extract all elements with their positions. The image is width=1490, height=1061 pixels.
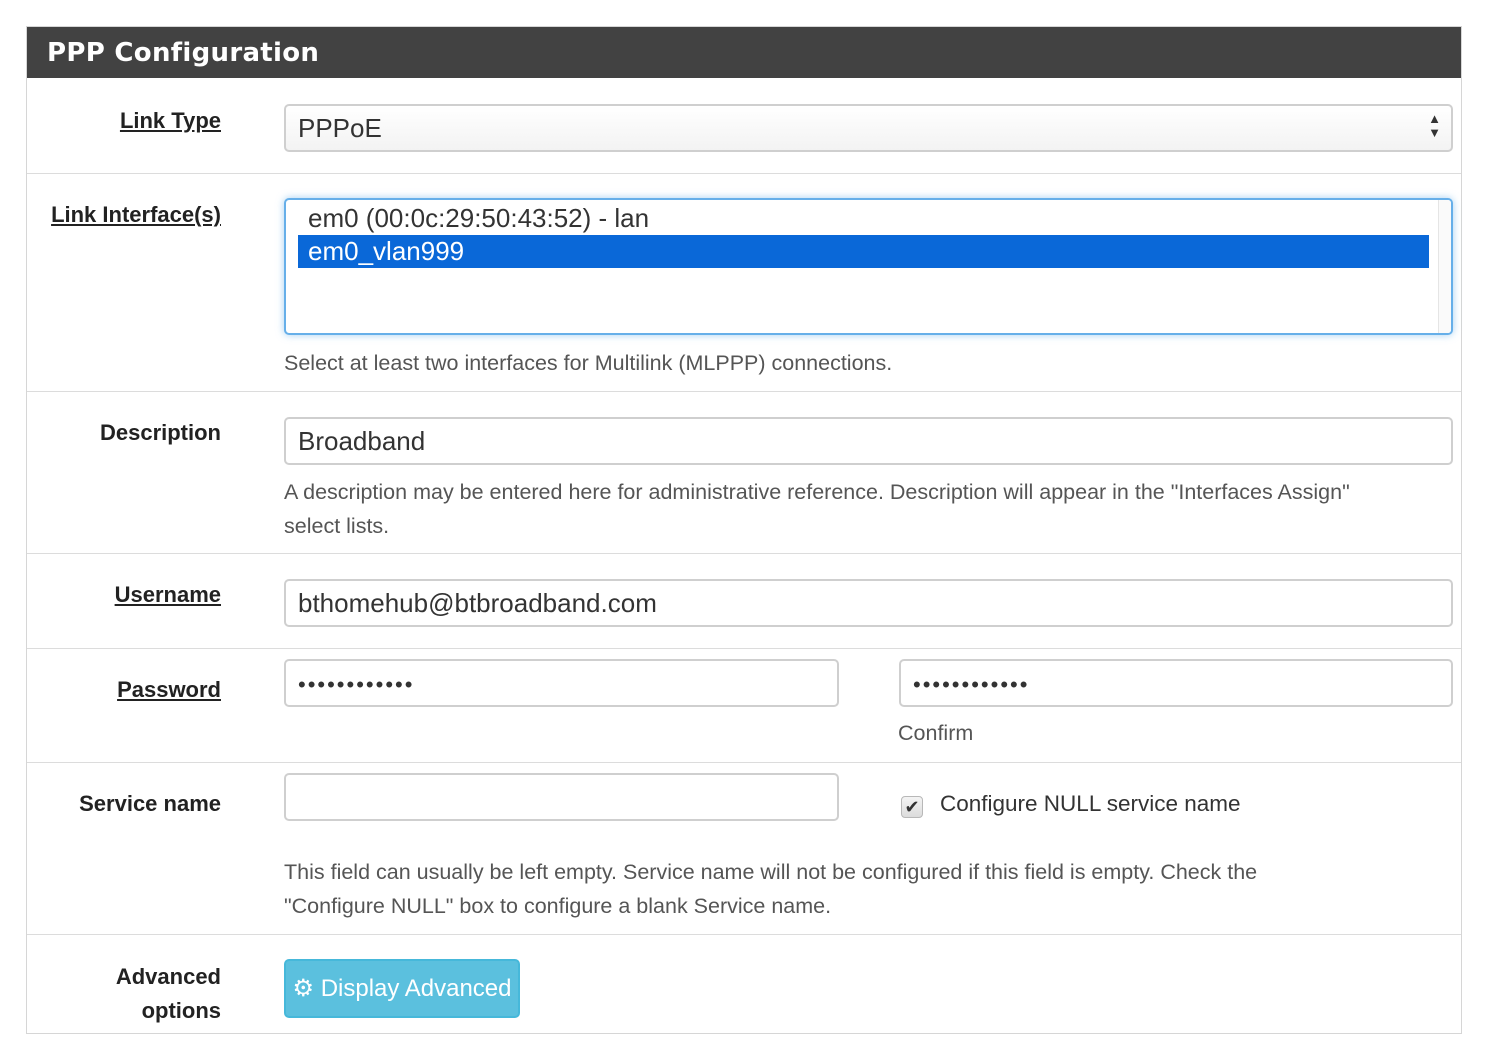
- panel-heading: PPP Configuration: [27, 27, 1461, 78]
- link-type-row: Link Type PPPoE ▲ ▼: [27, 78, 1461, 173]
- service-name-help-line1: This field can usually be left empty. Se…: [284, 860, 1258, 884]
- username-label[interactable]: Username: [0, 578, 221, 612]
- password-value: ••••••••••••: [298, 672, 415, 697]
- link-type-value: PPPoE: [298, 113, 382, 143]
- interface-option-em0-vlan999[interactable]: em0_vlan999: [298, 235, 1429, 268]
- description-help-line1: A description may be entered here for ad…: [284, 480, 1350, 504]
- link-type-select[interactable]: PPPoE ▲ ▼: [284, 104, 1453, 152]
- interface-option-em0[interactable]: em0 (00:0c:29:50:43:52) - lan: [298, 202, 1429, 235]
- service-name-help-line2: "Configure NULL" box to configure a blan…: [284, 894, 832, 918]
- description-value: Broadband: [298, 426, 426, 456]
- service-name-label: Service name: [79, 791, 221, 816]
- gear-icon: ⚙: [292, 975, 315, 1002]
- password-row: Password •••••••••••• •••••••••••• Confi…: [27, 648, 1461, 762]
- username-input[interactable]: bthomehub@btbroadband.com: [284, 579, 1453, 627]
- password-confirm-input[interactable]: ••••••••••••: [899, 659, 1453, 707]
- link-interfaces-help: Select at least two interfaces for Multi…: [284, 351, 893, 375]
- description-label: Description: [99, 420, 221, 445]
- password-confirm-value: ••••••••••••: [913, 672, 1030, 697]
- password-label[interactable]: Password: [0, 673, 221, 707]
- password-input[interactable]: ••••••••••••: [284, 659, 839, 707]
- display-advanced-button[interactable]: ⚙ Display Advanced: [284, 959, 520, 1018]
- description-row: Description Broadband A description may …: [27, 391, 1461, 553]
- service-name-input[interactable]: [284, 773, 839, 821]
- advanced-options-label-line1: Advanced: [115, 964, 221, 989]
- password-confirm-label: Confirm: [898, 721, 974, 745]
- select-arrows-icon: ▲ ▼: [1428, 111, 1441, 140]
- panel-title: PPP Configuration: [47, 38, 320, 68]
- ppp-configuration-panel: PPP Configuration Link Type PPPoE ▲ ▼ Lin…: [26, 26, 1462, 1034]
- checkmark-icon: ✔: [904, 797, 920, 817]
- configure-null-label[interactable]: Configure NULL service name: [940, 787, 1241, 821]
- username-value: bthomehub@btbroadband.com: [298, 588, 657, 618]
- username-row: Username bthomehub@btbroadband.com: [27, 553, 1461, 648]
- description-help-line2: select lists.: [284, 514, 390, 538]
- description-input[interactable]: Broadband: [284, 417, 1453, 465]
- link-interfaces-row: Link Interface(s) em0 (00:0c:29:50:43:52…: [27, 173, 1461, 391]
- service-name-row: Service name ✔ Configure NULL service na…: [27, 762, 1461, 934]
- advanced-options-label-line2: options: [141, 998, 221, 1023]
- link-interfaces-multiselect[interactable]: em0 (00:0c:29:50:43:52) - lan em0_vlan99…: [284, 198, 1453, 335]
- link-interfaces-label[interactable]: Link Interface(s): [0, 198, 221, 232]
- advanced-options-row: Advanced options ⚙ Display Advanced: [27, 934, 1461, 1035]
- display-advanced-label: Display Advanced: [320, 975, 512, 1002]
- scrollbar[interactable]: [1438, 200, 1451, 333]
- link-type-label[interactable]: Link Type: [0, 104, 221, 138]
- configure-null-checkbox[interactable]: ✔: [901, 796, 923, 818]
